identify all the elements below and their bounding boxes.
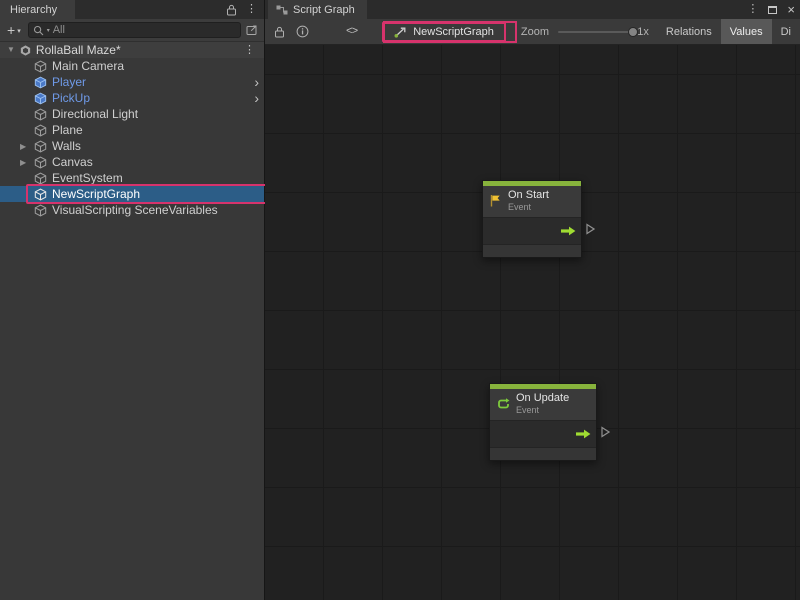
item-label: NewScriptGraph	[52, 187, 140, 201]
info-icon[interactable]	[296, 25, 309, 38]
zoom-label: Zoom	[521, 26, 549, 38]
control-output-arrow-icon[interactable]	[561, 226, 576, 236]
node-title: On Start	[508, 189, 549, 202]
node-subtitle: Event	[508, 202, 549, 213]
hierarchy-item-visualscripting-scenevariables[interactable]: VisualScripting SceneVariables	[0, 202, 264, 218]
window-menu-icon[interactable]: ⋮	[747, 4, 758, 15]
edit-source-icon[interactable]: <>	[346, 26, 357, 38]
hierarchy-item-eventsystem[interactable]: EventSystem	[0, 170, 264, 186]
scene-name: RollaBall Maze*	[36, 43, 121, 57]
scene-header[interactable]: ▼ RollaBall Maze* ⋮	[0, 42, 264, 58]
tab-script-graph[interactable]: Script Graph	[268, 0, 367, 19]
zoom-value: 1x	[637, 26, 649, 38]
search-icon	[33, 25, 44, 36]
prefab-chevron-icon[interactable]: ›	[254, 75, 259, 89]
item-label: Walls	[52, 139, 81, 153]
hierarchy-item-player[interactable]: Player ›	[0, 74, 264, 90]
graph-asset-breadcrumb[interactable]: NewScriptGraph	[382, 22, 506, 42]
node-title: On Update	[516, 392, 569, 405]
hierarchy-toolbar: + ▾ ▾ All	[0, 19, 264, 42]
hierarchy-tree: Main Camera Player › PickUp › Directiona…	[0, 58, 264, 218]
search-filter-caret-icon: ▾	[47, 27, 50, 34]
foldout-closed-icon[interactable]: ▶	[20, 142, 26, 151]
relations-toggle-button[interactable]: Relations	[657, 19, 721, 45]
item-label: PickUp	[52, 91, 90, 105]
node-on-update[interactable]: On Update Event	[489, 383, 597, 461]
foldout-open-icon[interactable]: ▼	[7, 46, 15, 54]
item-label: Directional Light	[52, 107, 138, 121]
node-header: On Update Event	[490, 389, 596, 421]
hierarchy-panel: Hierarchy ⋮ + ▾ ▾ All	[0, 0, 265, 600]
tab-script-graph-label: Script Graph	[293, 4, 355, 16]
node-body	[490, 421, 596, 448]
scene-menu-icon[interactable]: ⋮	[244, 45, 255, 56]
hierarchy-tabbar: Hierarchy ⋮	[0, 0, 264, 19]
unity-scene-icon	[19, 44, 32, 57]
item-label: Main Camera	[52, 59, 124, 73]
values-toggle-button[interactable]: Values	[721, 19, 772, 45]
gameobject-icon	[34, 204, 47, 217]
prefab-icon	[34, 76, 47, 89]
graph-lock-icon[interactable]	[274, 26, 285, 38]
script-graph-tabbar: Script Graph ⋮ ×	[265, 0, 800, 19]
script-graph-asset-icon	[394, 26, 407, 38]
hierarchy-item-newscriptgraph[interactable]: NewScriptGraph	[0, 186, 264, 202]
node-footer	[490, 448, 596, 460]
gameobject-icon	[34, 60, 47, 73]
item-label: EventSystem	[52, 171, 123, 185]
lock-icon[interactable]	[226, 4, 237, 16]
node-on-start[interactable]: On Start Event	[482, 180, 582, 258]
hierarchy-item-walls[interactable]: ▶ Walls	[0, 138, 264, 154]
output-port-icon[interactable]	[586, 223, 595, 235]
control-output-arrow-icon[interactable]	[576, 429, 591, 439]
tab-hierarchy-label: Hierarchy	[10, 4, 57, 16]
node-header: On Start Event	[483, 186, 581, 218]
search-input[interactable]: ▾ All	[28, 22, 241, 38]
node-footer	[483, 245, 581, 257]
search-value: All	[53, 24, 65, 36]
dim-toggle-button[interactable]: Di	[772, 19, 800, 45]
gameobject-icon	[34, 188, 47, 201]
item-label: Plane	[52, 123, 83, 137]
graph-canvas[interactable]: On Start Event	[265, 45, 800, 600]
hierarchy-menu-icon[interactable]: ⋮	[246, 4, 257, 15]
hierarchy-item-plane[interactable]: Plane	[0, 122, 264, 138]
item-label: Canvas	[52, 155, 93, 169]
output-port-icon[interactable]	[601, 426, 610, 438]
graph-asset-name: NewScriptGraph	[413, 26, 494, 38]
flag-icon	[489, 194, 502, 207]
gameobject-icon	[34, 156, 47, 169]
gameobject-icon	[34, 108, 47, 121]
gameobject-icon	[34, 140, 47, 153]
item-label: VisualScripting SceneVariables	[52, 203, 218, 217]
zoom-slider[interactable]	[558, 31, 630, 33]
graph-toolbar: <> NewScriptGraph Zoom 1x Relations Valu…	[265, 19, 800, 45]
hierarchy-item-directional-light[interactable]: Directional Light	[0, 106, 264, 122]
maximize-icon[interactable]	[768, 6, 777, 14]
hierarchy-item-main-camera[interactable]: Main Camera	[0, 58, 264, 74]
gameobject-icon	[34, 124, 47, 137]
item-label: Player	[52, 75, 86, 89]
plus-icon: +	[7, 23, 15, 37]
script-graph-icon	[276, 5, 288, 15]
script-graph-panel: Script Graph ⋮ × <> NewScriptGraph	[265, 0, 800, 600]
hierarchy-item-pickup[interactable]: PickUp ›	[0, 90, 264, 106]
foldout-closed-icon[interactable]: ▶	[20, 158, 26, 167]
tab-hierarchy[interactable]: Hierarchy	[0, 0, 75, 19]
prefab-icon	[34, 92, 47, 105]
node-subtitle: Event	[516, 405, 569, 416]
close-icon[interactable]: ×	[787, 3, 795, 16]
caret-down-icon: ▾	[17, 28, 21, 37]
hierarchy-item-canvas[interactable]: ▶ Canvas	[0, 154, 264, 170]
prefab-chevron-icon[interactable]: ›	[254, 91, 259, 105]
node-body	[483, 218, 581, 245]
update-loop-icon	[496, 397, 510, 411]
open-search-window-icon[interactable]	[246, 24, 259, 36]
gameobject-icon	[34, 172, 47, 185]
add-gameobject-button[interactable]: + ▾	[5, 23, 23, 37]
zoom-slider-knob[interactable]	[628, 27, 638, 37]
